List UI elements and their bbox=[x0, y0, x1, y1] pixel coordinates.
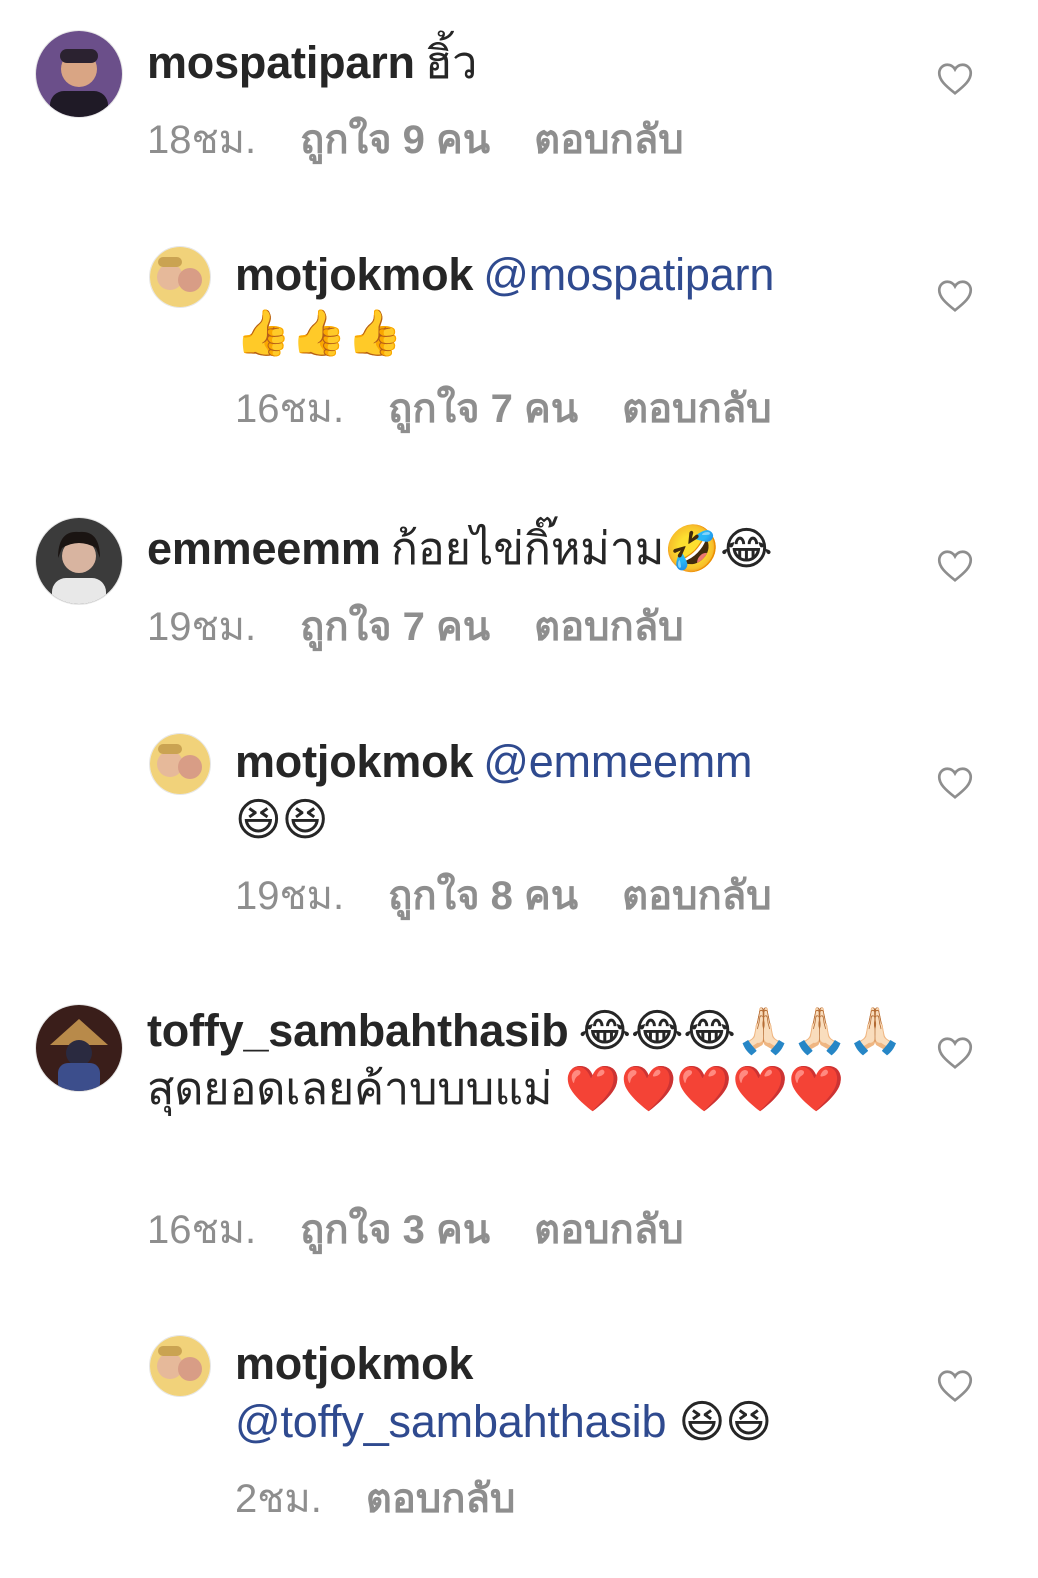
mention-link[interactable]: @mospatiparn bbox=[483, 249, 774, 300]
comment-text: 😆😆 bbox=[678, 1396, 773, 1447]
reply-button[interactable]: ตอบกลับ bbox=[622, 387, 772, 431]
comment-username[interactable]: motjokmok bbox=[235, 249, 473, 300]
comment-likes[interactable]: ถูกใจ 7 คน bbox=[388, 387, 578, 431]
comment-meta: 16ชม. ถูกใจ 7 คน ตอบกลับ bbox=[235, 384, 816, 434]
comment-likes[interactable]: ถูกใจ 7 คน bbox=[300, 605, 490, 649]
avatar[interactable] bbox=[35, 517, 123, 605]
reply-button[interactable]: ตอบกลับ bbox=[534, 1208, 684, 1252]
comment-meta: 18ชม. ถูกใจ 9 คน ตอบกลับ bbox=[147, 115, 728, 165]
reply-button[interactable]: ตอบกลับ bbox=[534, 605, 684, 649]
comment-meta: 2ชม. ตอบกลับ bbox=[235, 1474, 559, 1524]
comment-username[interactable]: motjokmok bbox=[235, 1338, 473, 1389]
avatar[interactable] bbox=[149, 733, 211, 795]
comment-text: ก้อยไข่กิ๊หม่าม🤣😂 bbox=[390, 523, 773, 574]
comment-time: 18ชม. bbox=[147, 118, 257, 162]
heart-outline-icon[interactable] bbox=[937, 549, 973, 583]
heart-outline-icon[interactable] bbox=[937, 1036, 973, 1070]
avatar[interactable] bbox=[149, 246, 211, 308]
comment-text: 👍👍👍 bbox=[235, 307, 403, 358]
comment-text: 😆😆 bbox=[235, 794, 329, 845]
heart-outline-icon[interactable] bbox=[937, 1369, 973, 1403]
comment-likes[interactable]: ถูกใจ 3 คน bbox=[300, 1208, 490, 1252]
comment-username[interactable]: mospatiparn bbox=[147, 37, 415, 88]
avatar[interactable] bbox=[35, 1004, 123, 1092]
reply-button[interactable]: ตอบกลับ bbox=[534, 118, 684, 162]
heart-outline-icon[interactable] bbox=[937, 766, 973, 800]
comment-text: ฮิ้ว bbox=[424, 37, 478, 88]
comment-meta: 19ชม. ถูกใจ 8 คน ตอบกลับ bbox=[235, 871, 816, 921]
heart-outline-icon[interactable] bbox=[937, 62, 973, 96]
comment-time: 16ชม. bbox=[235, 387, 345, 431]
comment-time: 19ชม. bbox=[235, 874, 345, 918]
heart-outline-icon[interactable] bbox=[937, 279, 973, 313]
comment-time: 19ชม. bbox=[147, 605, 257, 649]
comment-meta: 16ชม. ถูกใจ 3 คน ตอบกลับ bbox=[147, 1205, 728, 1255]
comment-username[interactable]: motjokmok bbox=[235, 736, 473, 787]
comment-time: 16ชม. bbox=[147, 1208, 257, 1252]
comment-username[interactable]: toffy_sambahthasib bbox=[147, 1005, 569, 1056]
avatar[interactable] bbox=[35, 30, 123, 118]
comment-meta: 19ชม. ถูกใจ 7 คน ตอบกลับ bbox=[147, 602, 728, 652]
reply-button[interactable]: ตอบกลับ bbox=[366, 1477, 516, 1521]
comment-likes[interactable]: ถูกใจ 9 คน bbox=[300, 118, 490, 162]
avatar[interactable] bbox=[149, 1335, 211, 1397]
comment-likes[interactable]: ถูกใจ 8 คน bbox=[388, 874, 578, 918]
comment-username[interactable]: emmeemm bbox=[147, 523, 381, 574]
reply-button[interactable]: ตอบกลับ bbox=[622, 874, 772, 918]
comment-time: 2ชม. bbox=[235, 1477, 322, 1521]
mention-link[interactable]: @toffy_sambahthasib bbox=[235, 1396, 667, 1447]
mention-link[interactable]: @emmeemm bbox=[483, 736, 752, 787]
